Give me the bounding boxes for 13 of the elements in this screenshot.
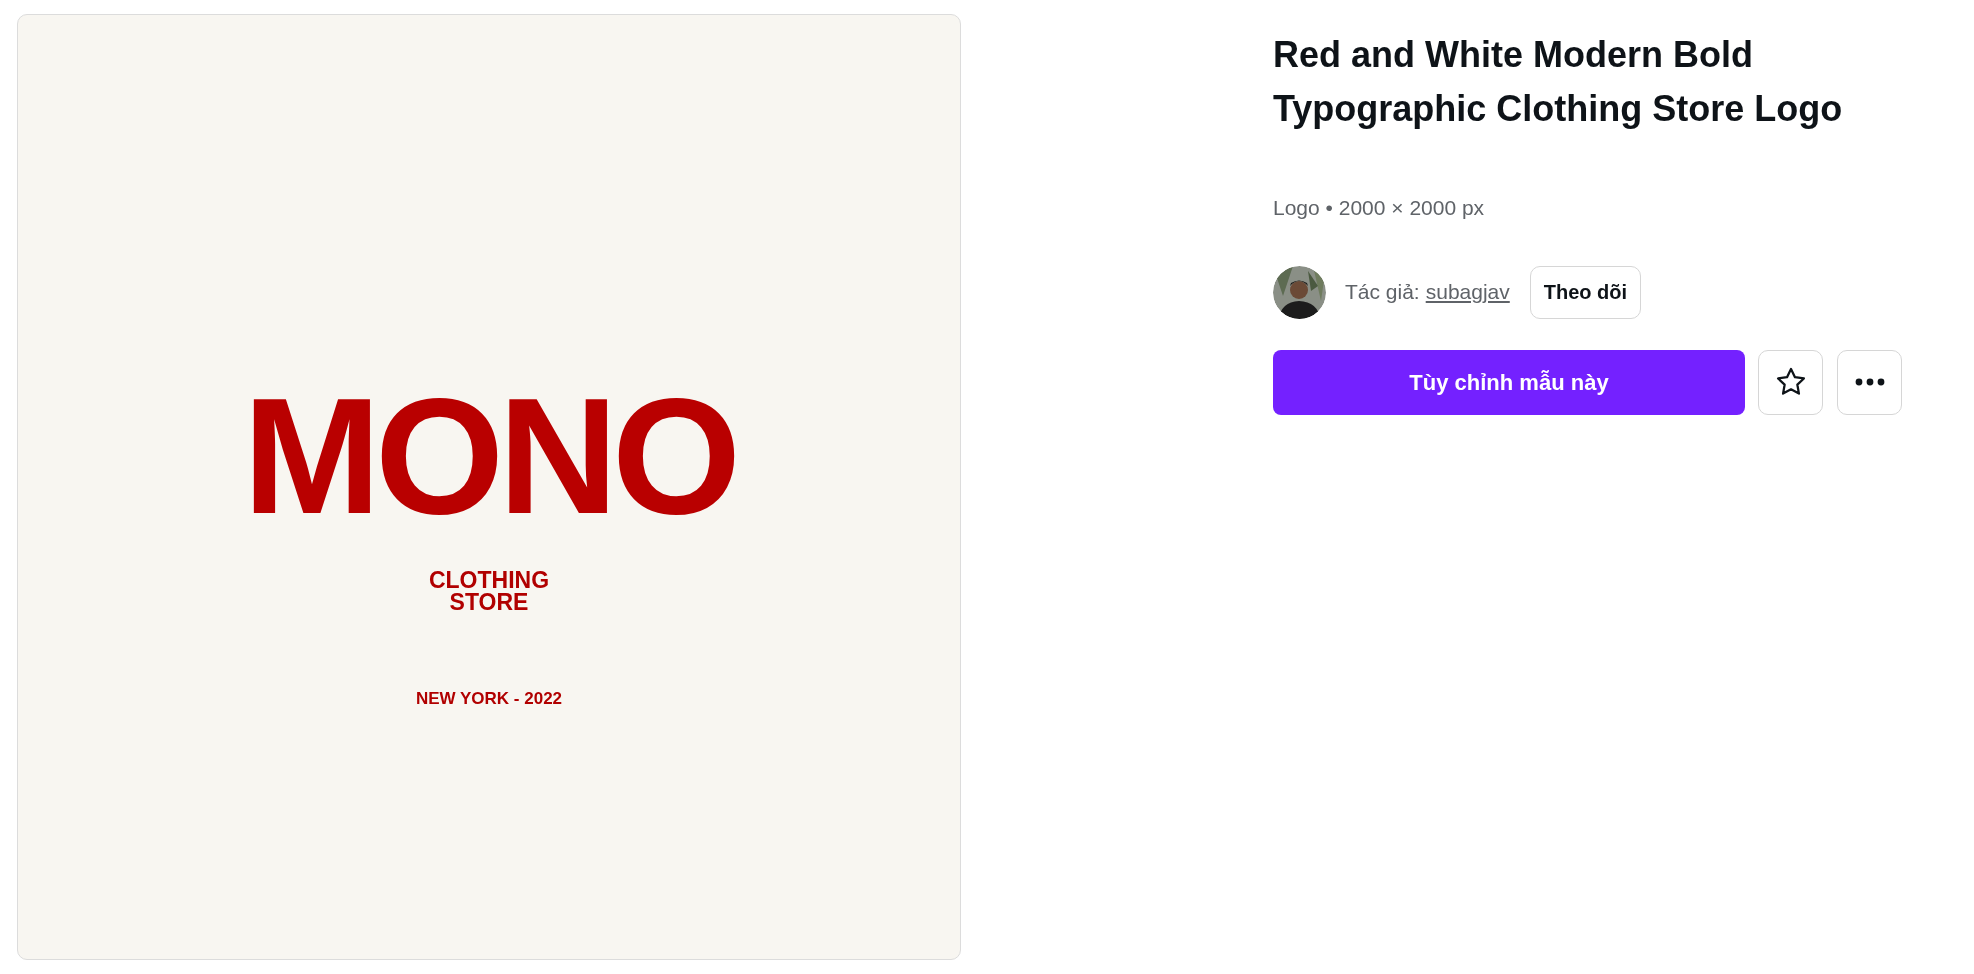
logo-tagline: CLOTHING: [428, 569, 550, 591]
favorite-button[interactable]: [1758, 349, 1823, 415]
template-title: Red and White Modern Bold Typographic Clothing Store Logo: [1273, 33, 1844, 131]
follow-button[interactable]: Theo dõi: [1529, 265, 1642, 319]
template-meta: Logo • 2000 × 2000 px: [1273, 195, 1486, 221]
more-options-button[interactable]: [1837, 349, 1902, 415]
logo-tagline: STORE: [449, 591, 529, 613]
more-icon: [1854, 378, 1885, 386]
logo-location: NEW YORK - 2022: [415, 689, 563, 709]
logo-wordmark: MONO: [242, 381, 736, 531]
author-label: Tác giả:: [1345, 279, 1420, 306]
customize-template-button[interactable]: Tùy chỉnh mẫu này: [1273, 349, 1745, 415]
author-link[interactable]: subagjav: [1425, 276, 1510, 308]
